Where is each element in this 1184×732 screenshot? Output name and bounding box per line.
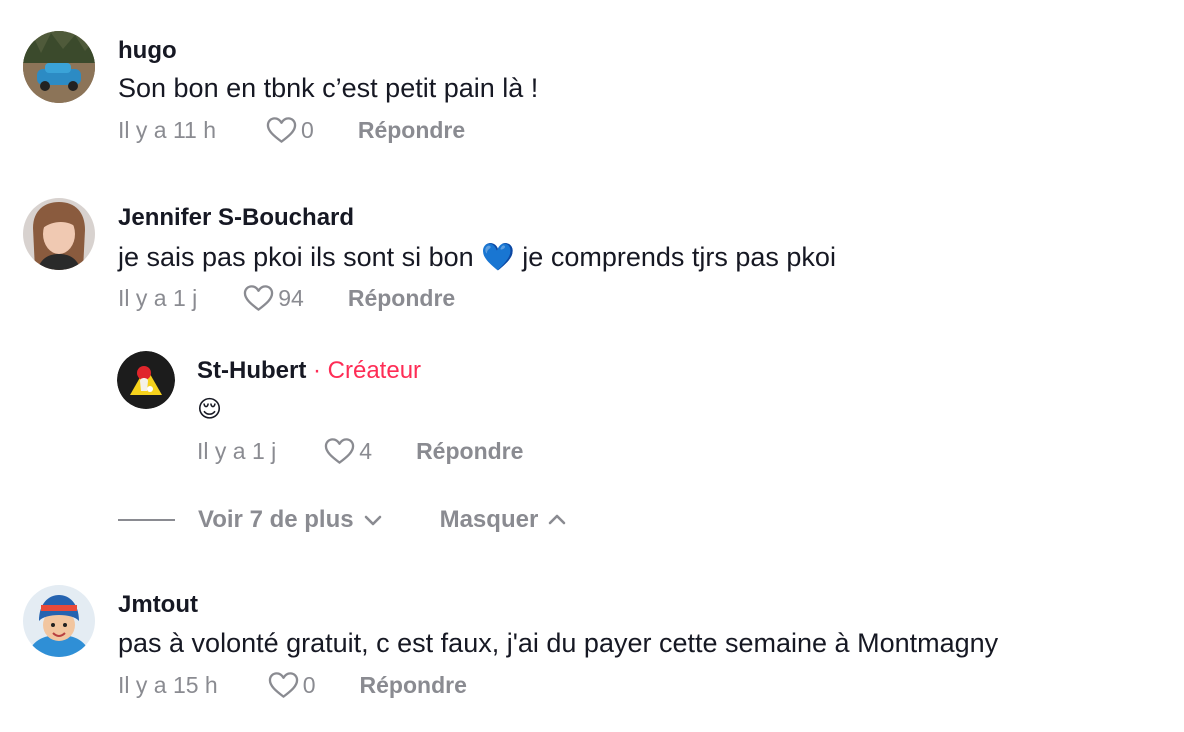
heart-outline-icon xyxy=(244,285,274,311)
avatar[interactable] xyxy=(117,351,175,409)
thread-divider xyxy=(118,519,175,521)
avatar[interactable] xyxy=(23,31,95,103)
avatar-image xyxy=(23,31,95,103)
view-more-replies-button[interactable]: Voir 7 de plus xyxy=(198,506,382,534)
st-hubert-logo-icon xyxy=(117,351,175,409)
comment-text: je sais pas pkoi ils sont si bon 💙 je co… xyxy=(118,242,836,272)
avatar[interactable] xyxy=(23,198,95,270)
heart-outline-icon xyxy=(325,438,355,464)
username[interactable]: Jennifer S-Bouchard xyxy=(118,204,354,232)
like-button[interactable]: 94 xyxy=(243,284,304,312)
heart-outline-icon xyxy=(268,672,298,698)
reply-button[interactable]: Répondre xyxy=(360,672,467,699)
avatar-image xyxy=(23,198,95,270)
thread-controls: Voir 7 de plus Masquer xyxy=(118,506,566,534)
avatar[interactable] xyxy=(23,585,95,657)
timestamp: Il y a 1 j xyxy=(118,284,198,311)
username[interactable]: Jmtout xyxy=(118,591,198,619)
comment-meta: Il y a 11 h 0 Répondre xyxy=(118,113,465,147)
like-count: 0 xyxy=(301,116,314,143)
timestamp: Il y a 1 j xyxy=(197,437,277,464)
timestamp: Il y a 11 h xyxy=(118,116,217,143)
comment-text: Son bon en tbnk c’est petit pain là ! xyxy=(118,73,539,103)
creator-badge: · Créateur xyxy=(313,357,422,384)
like-button[interactable]: 4 xyxy=(324,437,372,465)
reply-button[interactable]: Répondre xyxy=(358,117,465,144)
reply-button[interactable]: Répondre xyxy=(348,285,455,312)
comment-meta: Il y a 1 j 4 Répondre xyxy=(197,434,523,468)
creator-name: St-Hubert xyxy=(197,357,307,384)
timestamp: Il y a 15 h xyxy=(118,671,218,698)
heart-outline-icon xyxy=(266,117,297,143)
view-more-label: Voir 7 de plus xyxy=(198,506,354,533)
chevron-up-icon xyxy=(548,514,566,525)
chevron-down-icon xyxy=(364,515,381,526)
like-count: 4 xyxy=(359,437,373,464)
reply-button[interactable]: Répondre xyxy=(416,438,523,465)
like-button[interactable]: 0 xyxy=(268,671,316,699)
comment-meta: Il y a 15 h 0 Répondre xyxy=(118,668,467,702)
comment-meta: Il y a 1 j 94 Répondre xyxy=(118,281,455,315)
username[interactable]: hugo xyxy=(118,37,177,65)
comment-text: 😌 xyxy=(197,396,223,423)
hide-label: Masquer xyxy=(439,506,539,533)
username[interactable]: St-Hubert · Créateur xyxy=(197,357,421,385)
hide-replies-button[interactable]: Masquer xyxy=(440,506,567,534)
avatar-image xyxy=(23,585,95,657)
comment-text: pas à volonté gratuit, c est faux, j'ai … xyxy=(118,628,999,658)
like-button[interactable]: 0 xyxy=(266,116,314,144)
like-count: 94 xyxy=(278,284,304,311)
like-count: 0 xyxy=(302,671,316,698)
